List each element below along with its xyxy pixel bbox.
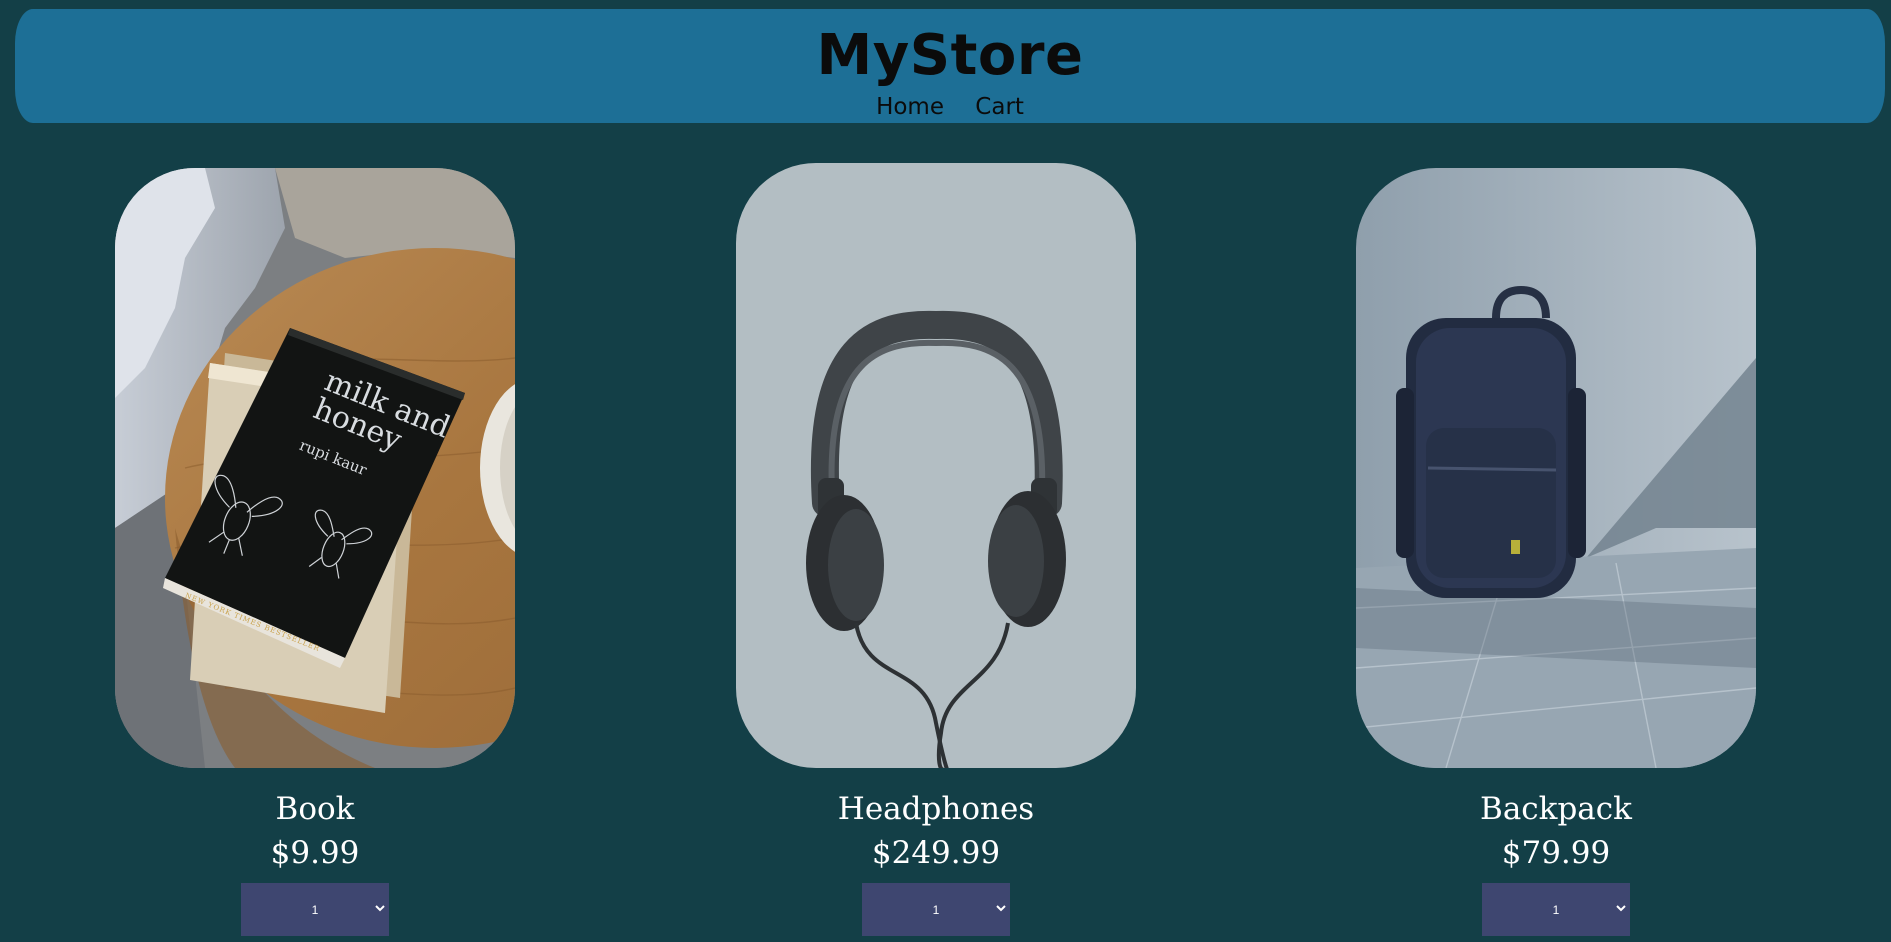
quantity-select[interactable]: 1 [241,883,389,936]
product-price: $9.99 [270,835,360,871]
headphones-photo [736,163,1136,768]
nav-cart-link[interactable]: Cart [975,94,1024,120]
product-price: $249.99 [871,835,1001,871]
quantity-select-wrapper: 1 [862,883,1010,936]
site-header: MyStore Home Cart [15,9,1885,123]
product-price: $79.99 [1501,835,1611,871]
main-nav: Home Cart [15,91,1885,123]
product-name: Book [275,791,355,827]
book-photo: milk and honey rupi kaur NEW YORK TIMES … [115,168,515,768]
headphones-image [736,163,1136,768]
product-name: Headphones [837,791,1035,827]
brand-title: MyStore [816,23,1084,88]
nav-home-link[interactable]: Home [876,94,944,120]
backpack-image [1356,168,1756,768]
quantity-select[interactable]: 1 [862,883,1010,936]
quantity-select[interactable]: 1 [1482,883,1630,936]
product-name: Backpack [1480,791,1632,827]
backpack-photo [1356,168,1756,768]
quantity-select-wrapper: 1 [1482,883,1630,936]
book-image: milk and honey rupi kaur NEW YORK TIMES … [115,168,515,768]
quantity-select-wrapper: 1 [241,883,389,936]
